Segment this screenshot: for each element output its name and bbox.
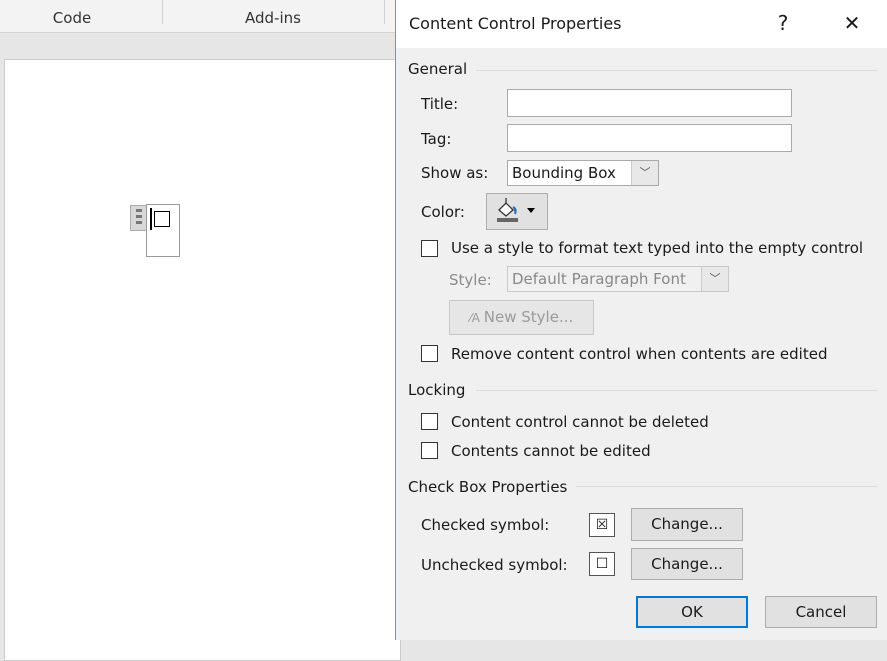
cannot-edit-checkbox[interactable]: [421, 442, 438, 459]
show-as-label: Show as:: [421, 164, 489, 182]
cannot-delete-checkbox[interactable]: [421, 413, 438, 430]
style-value: Default Paragraph Font: [512, 270, 686, 288]
tag-input[interactable]: [507, 124, 792, 152]
tag-label: Tag:: [421, 130, 452, 148]
tab-add-ins[interactable]: Add-ins: [163, 0, 383, 32]
ribbon: Code Add-ins: [0, 0, 395, 33]
general-heading: General: [408, 60, 468, 78]
style-label: Style:: [449, 271, 492, 289]
unchecked-symbol-preview: ☐: [589, 552, 615, 576]
document-checkbox[interactable]: [154, 211, 170, 227]
tab-code[interactable]: Code: [20, 0, 124, 32]
ok-button[interactable]: OK: [636, 596, 748, 628]
check-box-properties-heading: Check Box Properties: [408, 478, 568, 496]
change-unchecked-symbol-button[interactable]: Change...: [631, 548, 743, 580]
use-style-checkbox[interactable]: [421, 240, 438, 257]
divider: [476, 70, 878, 71]
help-button[interactable]: ?: [768, 8, 798, 38]
paint-bucket-icon: [497, 198, 535, 222]
checked-symbol-preview: ☒: [589, 513, 615, 537]
close-button[interactable]: ✕: [837, 8, 867, 38]
cannot-edit-label: Contents cannot be edited: [451, 442, 651, 460]
chevron-down-icon: ﹀: [701, 267, 728, 291]
chevron-down-icon: ﹀: [631, 161, 658, 185]
remove-control-label: Remove content control when contents are…: [451, 345, 828, 363]
remove-control-checkbox[interactable]: [421, 345, 438, 362]
cancel-button[interactable]: Cancel: [765, 596, 877, 628]
use-style-label: Use a style to format text typed into th…: [451, 239, 864, 257]
show-as-value: Bounding Box: [512, 164, 616, 182]
divider: [576, 486, 878, 487]
ribbon-divider: [384, 0, 385, 24]
content-control-properties-dialog: Content Control Properties ? ✕ General T…: [395, 0, 887, 640]
document-page[interactable]: [4, 59, 401, 661]
unchecked-symbol-label: Unchecked symbol:: [421, 556, 568, 574]
divider: [476, 390, 878, 391]
dialog-title: Content Control Properties: [409, 14, 622, 33]
locking-heading: Locking: [408, 381, 466, 399]
color-picker-button[interactable]: [486, 193, 548, 230]
style-select[interactable]: Default Paragraph Font ﹀: [507, 266, 729, 292]
new-style-button[interactable]: ⁄A New Style...: [449, 300, 594, 335]
cannot-delete-label: Content control cannot be deleted: [451, 413, 709, 431]
checked-symbol-label: Checked symbol:: [421, 516, 550, 534]
color-label: Color:: [421, 203, 465, 221]
text-cursor: [150, 208, 152, 230]
change-checked-symbol-button[interactable]: Change...: [631, 508, 743, 541]
show-as-select[interactable]: Bounding Box ﹀: [507, 160, 659, 186]
new-style-icon: ⁄A: [469, 311, 484, 325]
new-style-label: New Style...: [483, 308, 574, 326]
title-label: Title:: [421, 95, 459, 113]
title-input[interactable]: [507, 89, 792, 117]
dialog-titlebar: Content Control Properties ? ✕: [396, 0, 887, 48]
